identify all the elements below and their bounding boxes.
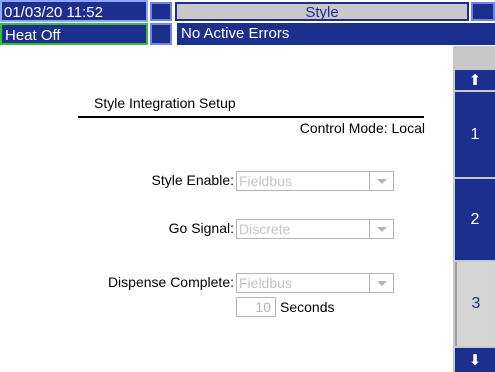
timeout-unit-label: Seconds <box>280 299 335 315</box>
dispense-complete-label: Dispense Complete: <box>107 274 234 290</box>
go-signal-label: Go Signal: <box>168 220 234 236</box>
section-title: Style Integration Setup <box>94 95 236 111</box>
scroll-down-button[interactable]: ⬇ <box>455 348 495 372</box>
tab-label: 1 <box>470 125 480 143</box>
dropdown-value: Discrete <box>239 221 291 237</box>
dropdown-value: Fieldbus <box>239 173 292 189</box>
control-mode-text: Control Mode: Local <box>299 120 425 136</box>
error-status: No Active Errors <box>175 23 495 45</box>
style-enable-label: Style Enable: <box>151 172 235 188</box>
datetime-display: 01/03/20 11:52 <box>0 0 148 22</box>
status-indicator-blank <box>150 2 172 21</box>
tab-2[interactable]: 2 <box>455 179 495 260</box>
tab-label: 2 <box>470 210 480 228</box>
go-signal-dropdown[interactable]: Discrete <box>236 219 394 239</box>
style-enable-dropdown[interactable]: Fieldbus <box>236 171 394 191</box>
chevron-down-icon <box>369 172 393 190</box>
arrow-up-icon: ⬆ <box>468 72 482 89</box>
timeout-seconds-input[interactable]: 10 <box>236 297 276 317</box>
tab-1[interactable]: 1 <box>455 92 495 177</box>
heat-status: Heat Off <box>0 23 148 45</box>
section-divider <box>78 116 424 118</box>
dropdown-value: Fieldbus <box>239 275 292 291</box>
scroll-up-button[interactable]: ⬆ <box>455 70 495 90</box>
status-indicator-blank <box>150 23 172 45</box>
status-indicator-blank <box>471 2 495 21</box>
timeout-value: 10 <box>255 299 271 315</box>
chevron-down-icon <box>369 274 393 292</box>
tab-label: 3 <box>471 295 481 312</box>
screen-title: Style <box>175 2 469 21</box>
chevron-down-icon <box>369 220 393 238</box>
tab-3[interactable]: 3 <box>455 262 495 346</box>
arrow-down-icon: ⬇ <box>468 352 482 369</box>
dispense-complete-dropdown[interactable]: Fieldbus <box>236 273 394 293</box>
